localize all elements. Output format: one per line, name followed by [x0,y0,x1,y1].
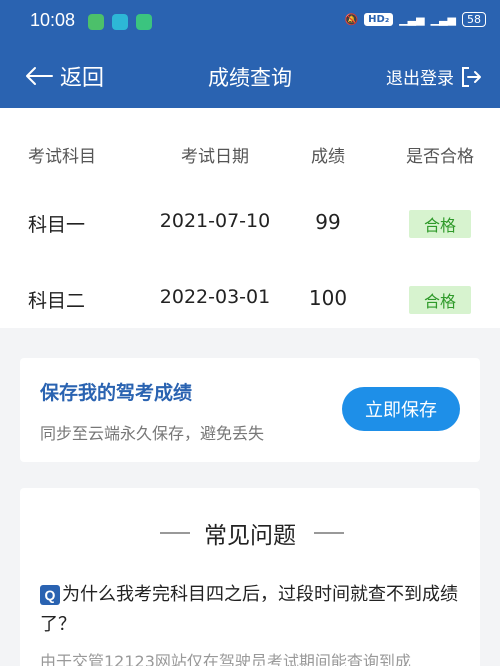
logout-icon [462,66,481,87]
app-notification-icon [112,14,128,30]
faq-title: 常见问题 [204,523,296,549]
logout-label: 退出登录 [386,69,454,89]
app-notification-icon [136,14,152,30]
divider [314,532,344,534]
status-bar: 10:08 🔕 HD₂ ▁▃▅ ▁▃▅ 58 [0,0,500,44]
save-title: 保存我的驾考成绩 [40,382,193,404]
question-text: 为什么我考完科目四之后，过段时间就查不到成绩了？ [40,584,458,635]
row-subject: 科目一 [28,214,86,236]
header-passed: 是否合格 [406,147,474,167]
signal-icon: ▁▃▅ [399,13,425,26]
header-date: 考试日期 [181,147,249,167]
status-indicators: 🔕 HD₂ ▁▃▅ ▁▃▅ 58 [344,12,486,27]
save-score-card: 保存我的驾考成绩 同步至云端永久保存，避免丢失 立即保存 [20,358,480,462]
nav-bar: 返回 成绩查询 退出登录 [0,44,500,108]
status-time: 10:08 [30,10,76,30]
question-badge: Q [40,585,60,605]
pass-badge: 合格 [408,210,471,238]
score-table: 考试科目 考试日期 成绩 是否合格 科目一 2021-07-10 99 合格 科… [0,108,500,328]
row-passed: 合格 [390,286,490,314]
table-row: 科目一 2021-07-10 99 合格 [0,204,500,244]
faq-card: 常见问题 Q 为什么我考完科目四之后，过段时间就查不到成绩了？ 由于交管12123… [20,488,480,666]
row-passed: 合格 [390,210,490,238]
table-header: 考试科目 考试日期 成绩 是否合格 [0,136,500,176]
hd-badge: HD₂ [364,13,394,26]
logout-button[interactable]: 退出登录 [386,64,482,89]
row-date: 2022-03-01 [159,286,271,308]
signal-icon: ▁▃▅ [430,13,456,26]
app-notification-icon [88,14,104,30]
row-date: 2021-07-10 [159,210,271,232]
battery-indicator: 58 [462,12,486,27]
faq-answer: 由于交管12123网站仅在驾驶员考试期间能查询到成 [40,652,411,666]
header-subject: 考试科目 [28,147,96,167]
save-now-button[interactable]: 立即保存 [342,387,460,431]
row-subject: 科目二 [28,290,86,312]
save-description: 同步至云端永久保存，避免丢失 [40,424,265,443]
table-row: 科目二 2022-03-01 100 合格 [0,280,500,320]
faq-question[interactable]: Q 为什么我考完科目四之后，过段时间就查不到成绩了？ [40,580,465,640]
mute-icon: 🔕 [344,13,359,26]
header-score: 成绩 [311,147,345,167]
row-score: 100 [308,286,348,310]
pass-badge: 合格 [408,286,471,314]
row-score: 99 [315,210,341,234]
